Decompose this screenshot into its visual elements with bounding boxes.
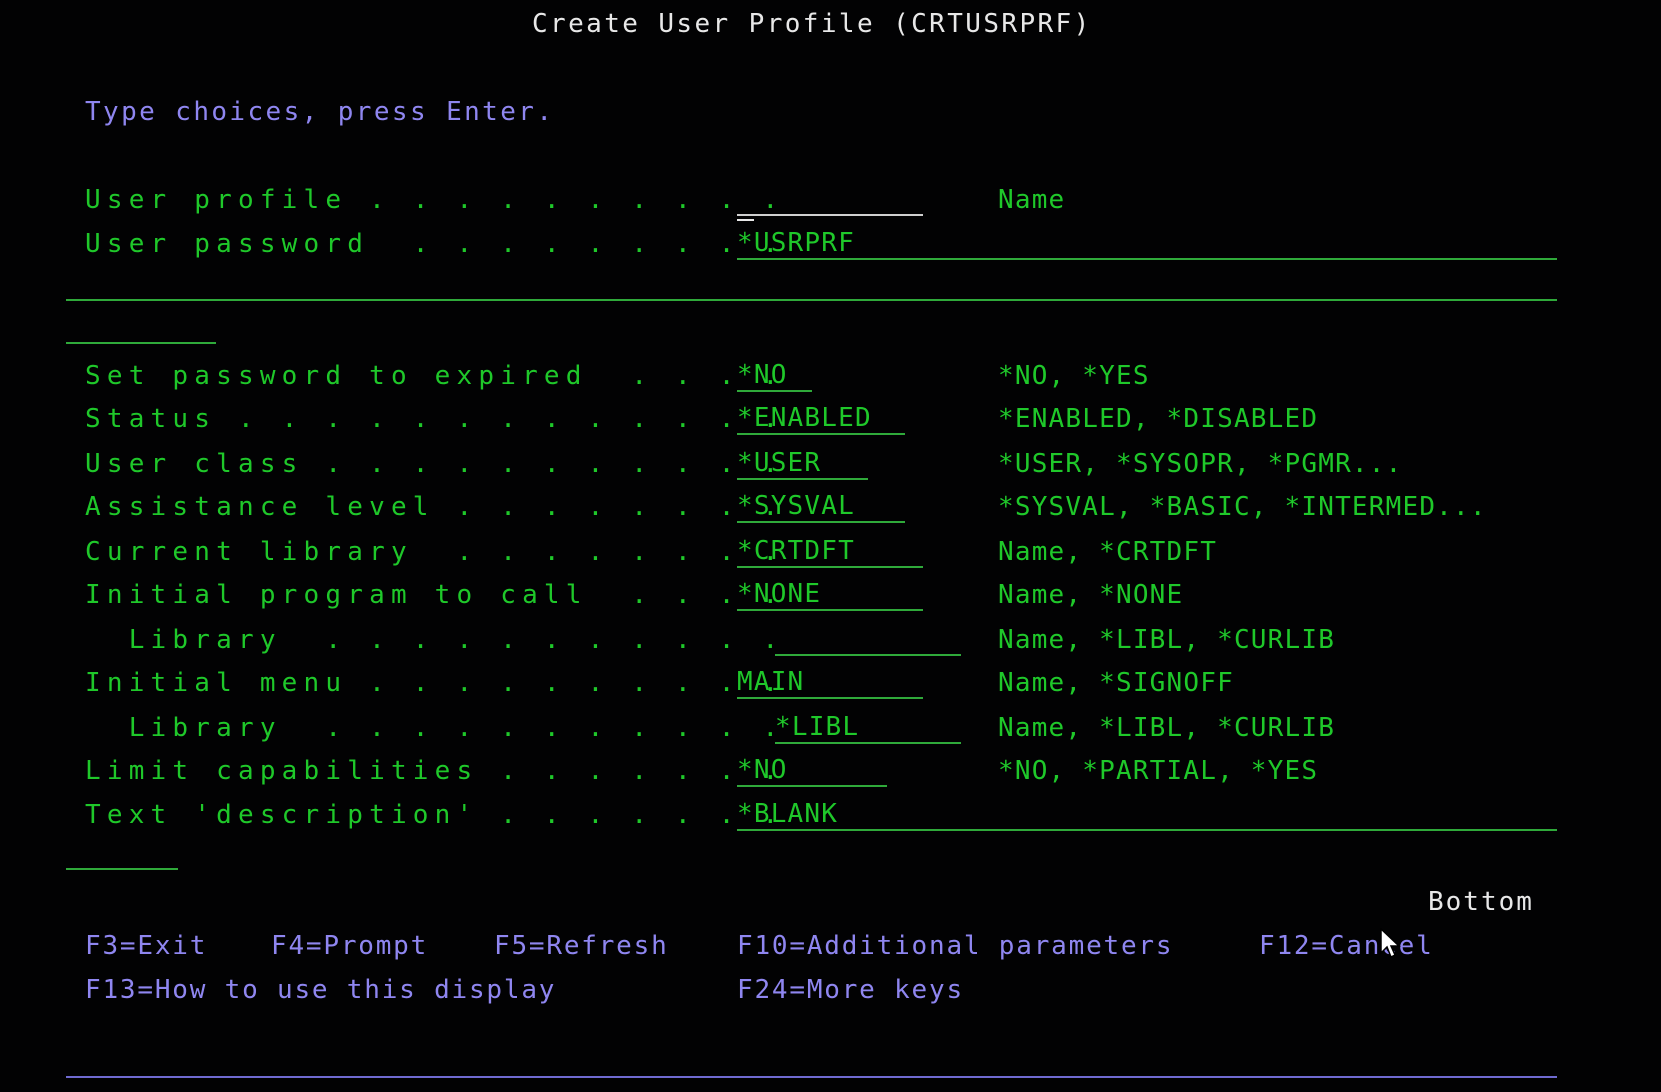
field-label-assistance-level: Assistance level . . . . . . . . xyxy=(85,492,785,522)
field-label-initial-program: Initial program to call . . . . xyxy=(85,580,785,610)
user-class-input[interactable] xyxy=(737,448,868,480)
field-hint-assistance-level: *SYSVAL, *BASIC, *INTERMED... xyxy=(998,492,1487,522)
instruction-text: Type choices, press Enter. xyxy=(85,97,555,127)
field-hint-user-profile: Name xyxy=(998,185,1066,215)
field-hint-initial-program-library: Name, *LIBL, *CURLIB xyxy=(998,625,1336,655)
status-input[interactable] xyxy=(737,403,905,435)
initial-program-input[interactable] xyxy=(737,579,923,611)
current-library-input[interactable] xyxy=(737,536,923,568)
text-description-continuation-line[interactable] xyxy=(66,868,178,870)
limit-capabilities-input[interactable] xyxy=(737,755,887,787)
f13-help-key[interactable]: F13=How to use this display xyxy=(85,975,556,1005)
user-password-continuation-line-2[interactable] xyxy=(66,342,216,344)
field-label-text-description: Text 'description' . . . . . . . xyxy=(85,800,785,830)
initial-menu-input[interactable] xyxy=(737,667,923,699)
scroll-indicator: Bottom xyxy=(1428,887,1534,917)
bottom-separator xyxy=(66,1076,1557,1078)
f3-exit-key[interactable]: F3=Exit xyxy=(85,931,207,961)
field-hint-initial-menu-library: Name, *LIBL, *CURLIB xyxy=(998,713,1336,743)
assistance-level-input[interactable] xyxy=(737,491,905,523)
field-label-initial-menu: Initial menu . . . . . . . . . . xyxy=(85,668,785,698)
field-label-initial-program-library: Library . . . . . . . . . . . xyxy=(85,625,785,655)
field-hint-status: *ENABLED, *DISABLED xyxy=(998,404,1319,434)
field-hint-initial-program: Name, *NONE xyxy=(998,580,1184,610)
field-label-status: Status . . . . . . . . . . . . . xyxy=(85,404,785,434)
user-password-input[interactable] xyxy=(737,228,1557,260)
field-label-user-password: User password . . . . . . . . . xyxy=(85,229,785,259)
field-label-user-class: User class . . . . . . . . . . . xyxy=(85,449,785,479)
user-password-continuation-line[interactable] xyxy=(66,299,1557,301)
mouse-pointer-icon xyxy=(1380,928,1401,959)
field-hint-limit-capabilities: *NO, *PARTIAL, *YES xyxy=(998,756,1319,786)
initial-program-library-input[interactable] xyxy=(775,624,961,656)
field-label-current-library: Current library . . . . . . . . xyxy=(85,537,785,567)
field-hint-initial-menu: Name, *SIGNOFF xyxy=(998,668,1234,698)
field-label-limit-capabilities: Limit capabilities . . . . . . . xyxy=(85,756,785,786)
screen-title: Create User Profile (CRTUSRPRF) xyxy=(532,9,1092,39)
f24-more-keys-key[interactable]: F24=More keys xyxy=(737,975,964,1005)
field-hint-user-class: *USER, *SYSOPR, *PGMR... xyxy=(998,449,1403,479)
field-hint-set-password-expired: *NO, *YES xyxy=(998,361,1150,391)
f10-additional-parameters-key[interactable]: F10=Additional parameters xyxy=(737,931,1173,961)
f5-refresh-key[interactable]: F5=Refresh xyxy=(494,931,669,961)
initial-menu-library-input[interactable] xyxy=(775,712,961,744)
user-profile-input[interactable] xyxy=(737,184,923,216)
set-password-expired-input[interactable] xyxy=(737,360,812,392)
text-description-input[interactable] xyxy=(737,799,1557,831)
field-label-initial-menu-library: Library . . . . . . . . . . . xyxy=(85,713,785,743)
f4-prompt-key[interactable]: F4=Prompt xyxy=(271,931,428,961)
field-hint-current-library: Name, *CRTDFT xyxy=(998,537,1218,567)
f12-cancel-key[interactable]: F12=Cancel xyxy=(1259,931,1434,961)
field-label-set-password-expired: Set password to expired . . . . xyxy=(85,361,785,391)
text-cursor xyxy=(737,219,754,221)
field-label-user-profile: User profile . . . . . . . . . . xyxy=(85,185,785,215)
